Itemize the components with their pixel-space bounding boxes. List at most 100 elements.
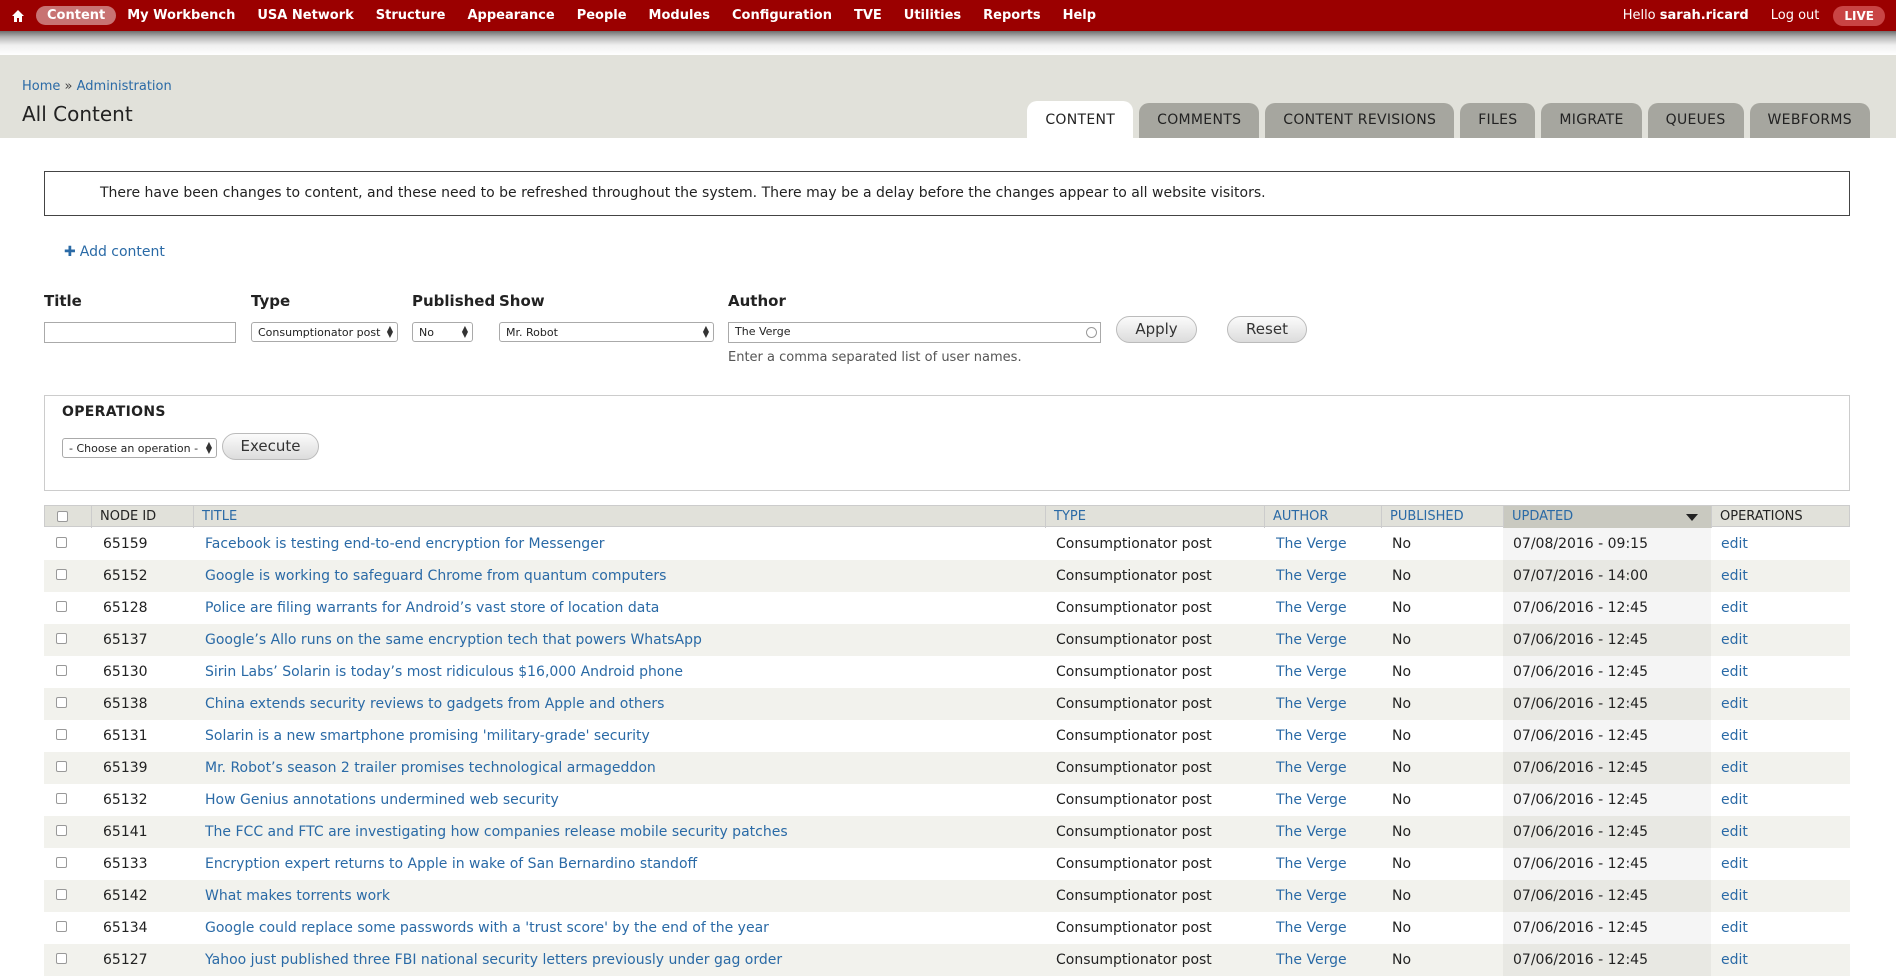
- row-select-checkbox[interactable]: [56, 857, 67, 868]
- tab-migrate[interactable]: MIGRATE: [1541, 103, 1642, 138]
- tab-queues[interactable]: QUEUES: [1647, 103, 1744, 138]
- author-link[interactable]: The Verge: [1276, 528, 1381, 560]
- logout-link[interactable]: Log out: [1771, 8, 1820, 23]
- edit-link[interactable]: edit: [1721, 560, 1850, 592]
- title-link[interactable]: Google is working to safeguard Chrome fr…: [205, 560, 1045, 592]
- nav-item-appearance[interactable]: Appearance: [456, 6, 565, 25]
- author-link[interactable]: The Verge: [1276, 656, 1381, 688]
- nav-item-my-workbench[interactable]: My Workbench: [116, 6, 246, 25]
- nav-item-configuration[interactable]: Configuration: [721, 6, 843, 25]
- author-link[interactable]: The Verge: [1276, 816, 1381, 848]
- row-select-checkbox[interactable]: [56, 601, 67, 612]
- author-link[interactable]: The Verge: [1276, 720, 1381, 752]
- author-link[interactable]: The Verge: [1276, 944, 1381, 976]
- row-select-checkbox[interactable]: [56, 729, 67, 740]
- author-link[interactable]: The Verge: [1276, 848, 1381, 880]
- title-link[interactable]: Facebook is testing end-to-end encryptio…: [205, 528, 1045, 560]
- title-link[interactable]: Police are filing warrants for Android’s…: [205, 592, 1045, 624]
- edit-link[interactable]: edit: [1721, 592, 1850, 624]
- nav-item-modules[interactable]: Modules: [638, 6, 721, 25]
- edit-link[interactable]: edit: [1721, 656, 1850, 688]
- home-icon[interactable]: [0, 0, 36, 31]
- nav-item-utilities[interactable]: Utilities: [893, 6, 972, 25]
- title-link[interactable]: Google could replace some passwords with…: [205, 912, 1045, 944]
- breadcrumb-home[interactable]: Home: [22, 79, 60, 94]
- author-link[interactable]: The Verge: [1276, 784, 1381, 816]
- column-published[interactable]: PUBLISHED: [1382, 506, 1504, 528]
- row-select-checkbox[interactable]: [56, 953, 67, 964]
- edit-link[interactable]: edit: [1721, 624, 1850, 656]
- apply-button[interactable]: Apply: [1116, 316, 1197, 343]
- author-link[interactable]: The Verge: [1276, 592, 1381, 624]
- add-content-link[interactable]: ✚ Add content: [64, 244, 165, 260]
- published-filter-select[interactable]: No ▲ ▼: [412, 322, 473, 342]
- nav-item-structure[interactable]: Structure: [365, 6, 457, 25]
- author-link[interactable]: The Verge: [1276, 560, 1381, 592]
- author-link[interactable]: The Verge: [1276, 912, 1381, 944]
- row-select-checkbox[interactable]: [56, 633, 67, 644]
- column-title[interactable]: TITLE: [194, 506, 1046, 528]
- row-select-checkbox[interactable]: [56, 697, 67, 708]
- edit-link[interactable]: edit: [1721, 816, 1850, 848]
- nav-item-help[interactable]: Help: [1052, 6, 1107, 25]
- column-author[interactable]: AUTHOR: [1265, 506, 1382, 528]
- row-select-checkbox[interactable]: [56, 825, 67, 836]
- title-link[interactable]: Encryption expert returns to Apple in wa…: [205, 848, 1045, 880]
- title-link[interactable]: China extends security reviews to gadget…: [205, 688, 1045, 720]
- title-link[interactable]: Mr. Robot’s season 2 trailer promises te…: [205, 752, 1045, 784]
- select-all-checkbox[interactable]: [57, 511, 68, 522]
- row-select-checkbox[interactable]: [56, 761, 67, 772]
- node-id-cell: 65130: [103, 664, 148, 680]
- title-link[interactable]: What makes torrents work: [205, 880, 1045, 912]
- tab-content-revisions[interactable]: CONTENT REVISIONS: [1265, 103, 1455, 138]
- row-select-checkbox[interactable]: [56, 889, 67, 900]
- breadcrumb-administration[interactable]: Administration: [77, 79, 172, 94]
- type-cell: Consumptionator post: [1056, 536, 1212, 552]
- tab-files[interactable]: FILES: [1460, 103, 1536, 138]
- row-select-checkbox[interactable]: [56, 921, 67, 932]
- tab-content[interactable]: CONTENT: [1027, 101, 1134, 138]
- type-filter-select[interactable]: Consumptionator post ▲ ▼: [251, 322, 398, 342]
- row-select-checkbox[interactable]: [56, 569, 67, 580]
- edit-link[interactable]: edit: [1721, 912, 1850, 944]
- edit-link[interactable]: edit: [1721, 720, 1850, 752]
- title-link[interactable]: Sirin Labs’ Solarin is today’s most ridi…: [205, 656, 1045, 688]
- edit-link[interactable]: edit: [1721, 688, 1850, 720]
- row-select-checkbox[interactable]: [56, 793, 67, 804]
- edit-link[interactable]: edit: [1721, 528, 1850, 560]
- edit-link[interactable]: edit: [1721, 944, 1850, 976]
- execute-button[interactable]: Execute: [222, 433, 319, 460]
- author-link[interactable]: The Verge: [1276, 688, 1381, 720]
- title-link[interactable]: Yahoo just published three FBI national …: [205, 944, 1045, 976]
- edit-link[interactable]: edit: [1721, 848, 1850, 880]
- edit-link[interactable]: edit: [1721, 784, 1850, 816]
- author-filter-input[interactable]: The Verge: [728, 322, 1101, 343]
- show-filter-select[interactable]: Mr. Robot ▲ ▼: [499, 322, 714, 342]
- username[interactable]: sarah.ricard: [1660, 8, 1749, 23]
- row-select-checkbox[interactable]: [56, 665, 67, 676]
- operation-select[interactable]: - Choose an operation - ▲ ▼: [62, 438, 217, 458]
- title-filter-input[interactable]: [44, 322, 236, 343]
- column-type[interactable]: TYPE: [1046, 506, 1265, 528]
- title-link[interactable]: Google’s Allo runs on the same encryptio…: [205, 624, 1045, 656]
- title-link[interactable]: Solarin is a new smartphone promising 'm…: [205, 720, 1045, 752]
- author-link[interactable]: The Verge: [1276, 624, 1381, 656]
- row-select-checkbox[interactable]: [56, 537, 67, 548]
- nav-item-usa-network[interactable]: USA Network: [246, 6, 364, 25]
- tab-webforms[interactable]: WEBFORMS: [1749, 103, 1870, 138]
- column-updated[interactable]: UPDATED: [1504, 506, 1712, 528]
- tab-comments[interactable]: COMMENTS: [1139, 103, 1260, 138]
- nav-item-people[interactable]: People: [566, 6, 638, 25]
- edit-link[interactable]: edit: [1721, 752, 1850, 784]
- reset-button[interactable]: Reset: [1227, 316, 1307, 343]
- live-badge[interactable]: LIVE: [1833, 5, 1885, 26]
- nav-item-reports[interactable]: Reports: [972, 6, 1051, 25]
- select-all-cell: [45, 506, 92, 528]
- title-link[interactable]: The FCC and FTC are investigating how co…: [205, 816, 1045, 848]
- author-link[interactable]: The Verge: [1276, 880, 1381, 912]
- nav-item-content[interactable]: Content: [36, 6, 117, 25]
- author-link[interactable]: The Verge: [1276, 752, 1381, 784]
- nav-item-tve[interactable]: TVE: [843, 6, 893, 25]
- title-link[interactable]: How Genius annotations undermined web se…: [205, 784, 1045, 816]
- edit-link[interactable]: edit: [1721, 880, 1850, 912]
